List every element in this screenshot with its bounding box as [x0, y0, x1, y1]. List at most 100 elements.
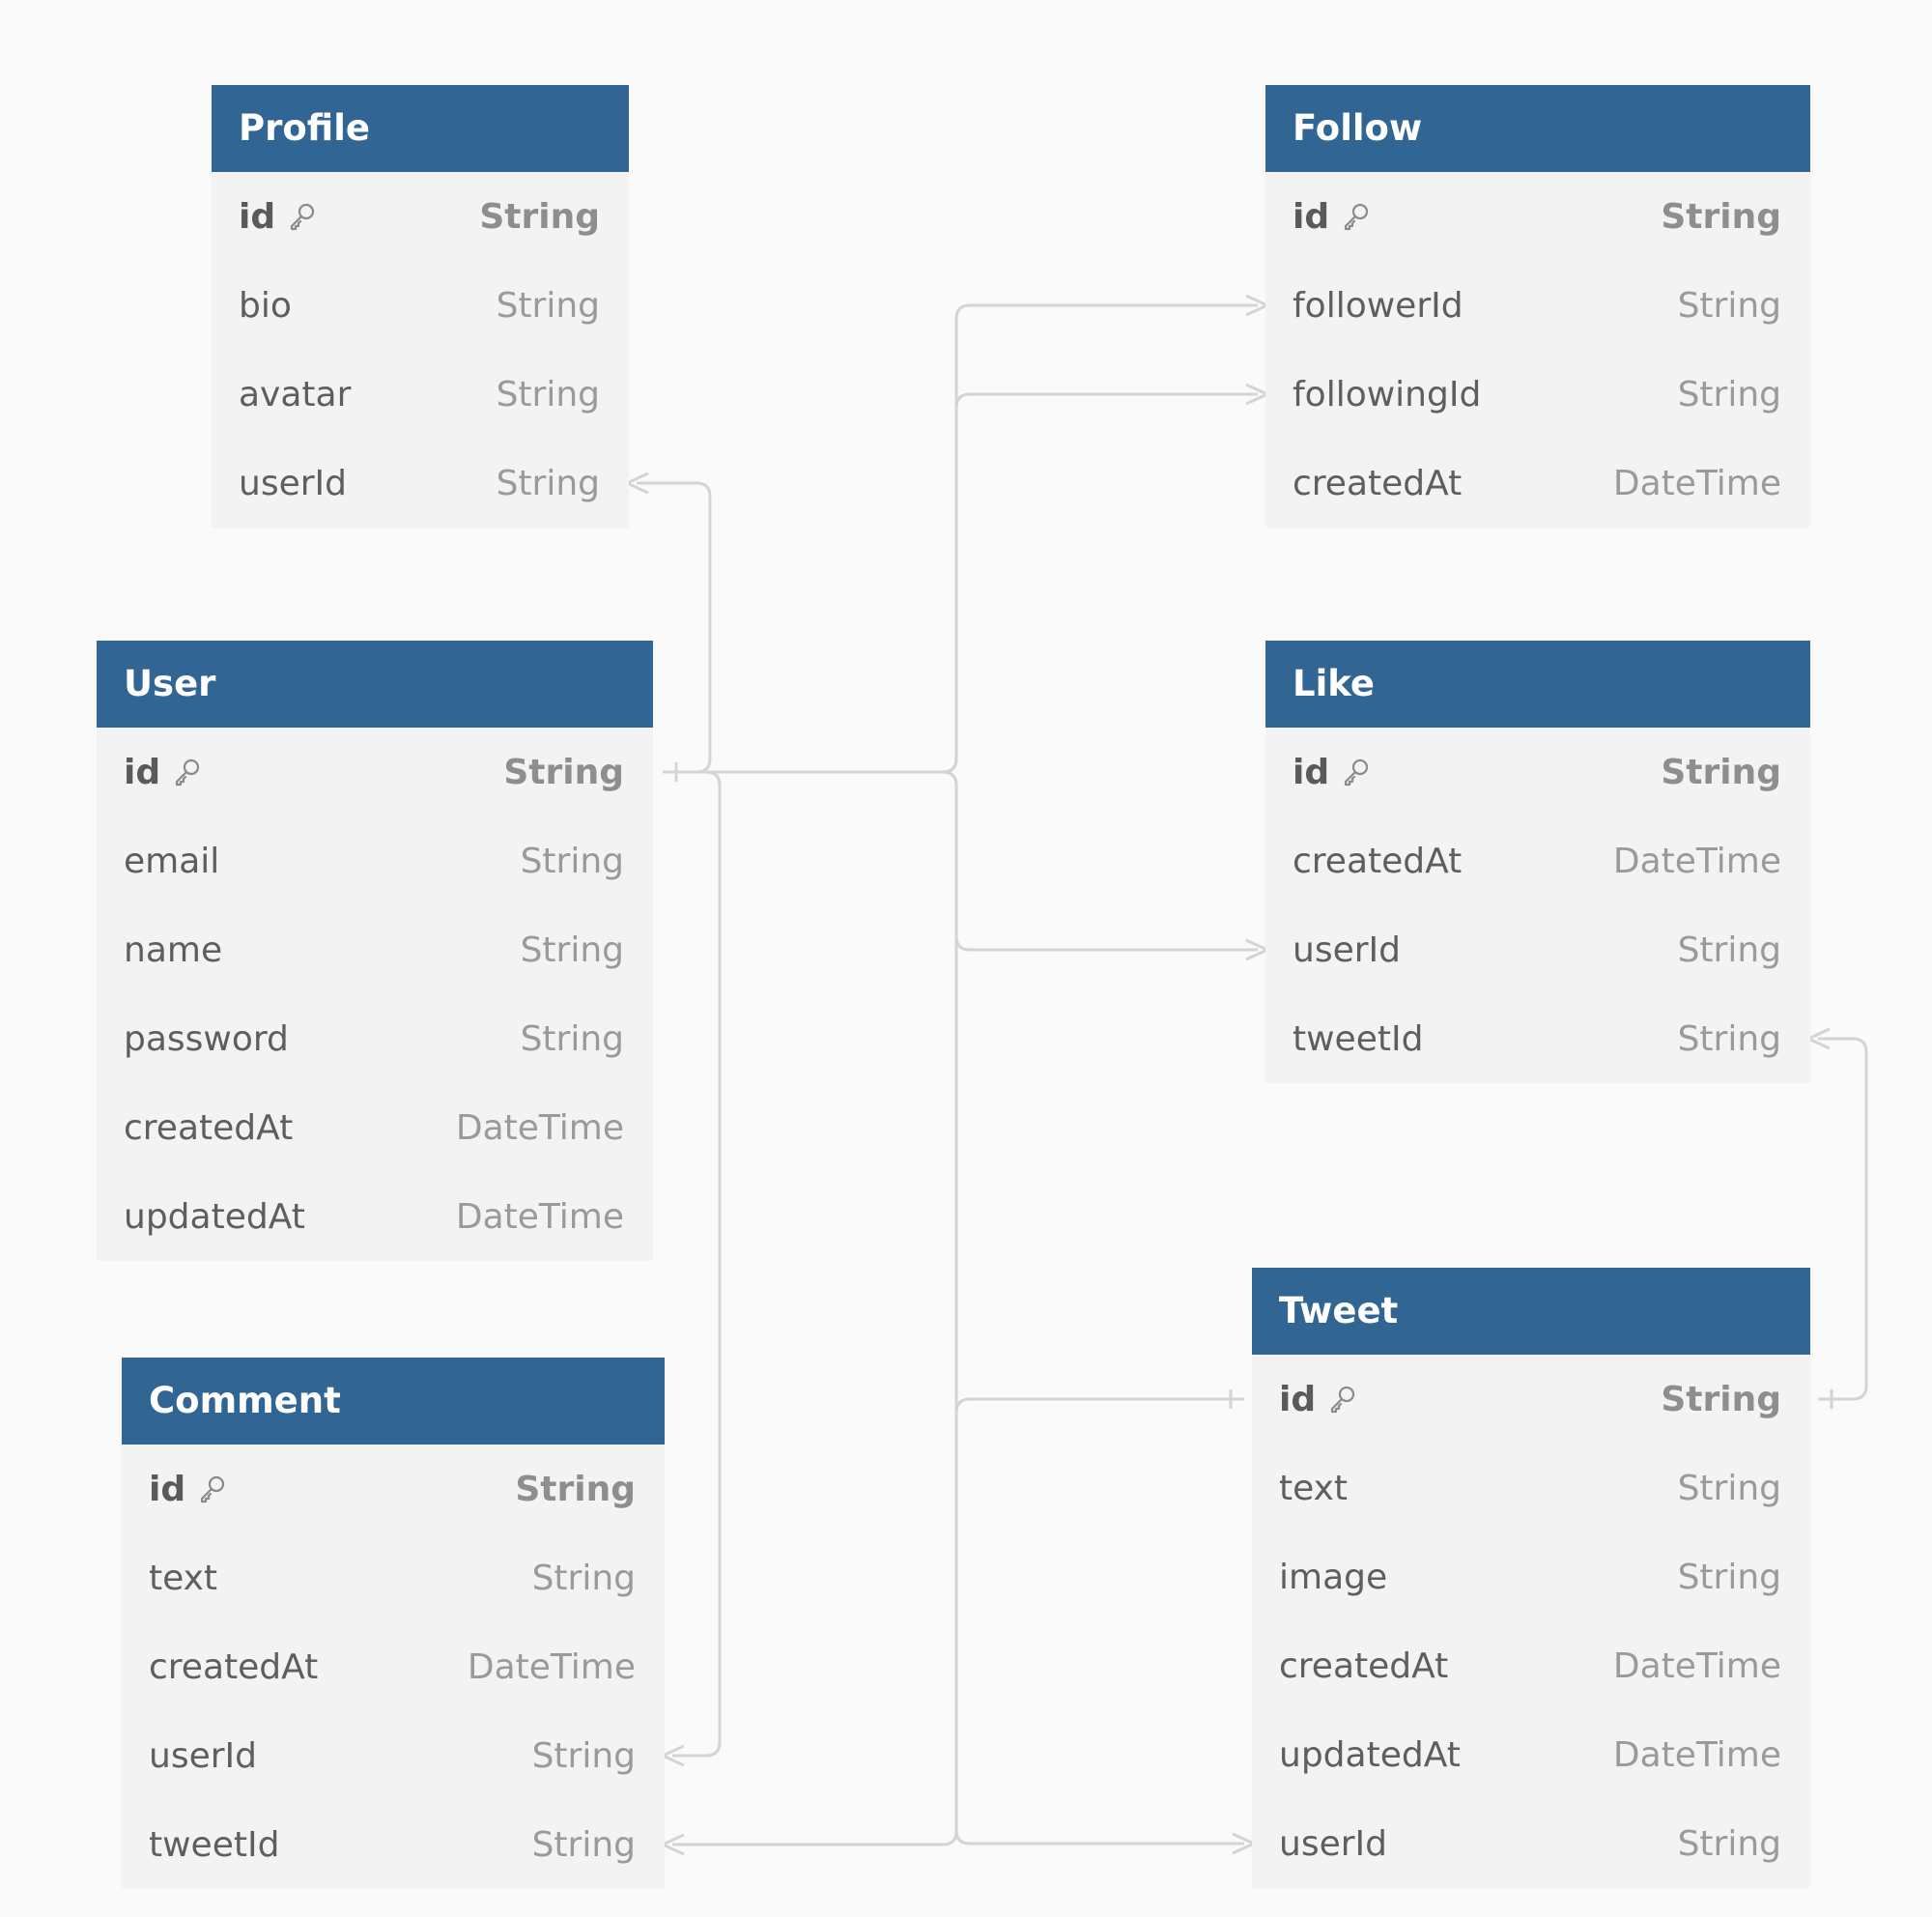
field-row-user-createdAt[interactable]: createdAt DateTime	[97, 1083, 653, 1172]
field-name-wrap: createdAt	[1293, 842, 1462, 881]
field-name: avatar	[239, 374, 352, 415]
field-name: tweetId	[149, 1824, 280, 1865]
field-name: followerId	[1293, 285, 1463, 326]
field-row-follow-followingId[interactable]: followingId String	[1265, 350, 1810, 439]
field-row-user-email[interactable]: email String	[97, 816, 653, 905]
table-header-follow[interactable]: Follow	[1265, 85, 1810, 172]
field-type: DateTime	[467, 1646, 636, 1687]
field-name-wrap: tweetId	[149, 1825, 279, 1865]
relation-comment-user	[663, 770, 722, 1758]
field-row-tweet-updatedAt[interactable]: updatedAt DateTime	[1252, 1710, 1810, 1799]
field-row-comment-userId[interactable]: userId String	[122, 1711, 665, 1800]
field-name: id	[124, 752, 161, 792]
field-name-wrap: text	[1279, 1469, 1348, 1508]
field-row-comment-createdAt[interactable]: createdAt DateTime	[122, 1622, 665, 1711]
relation-tweet-user	[663, 770, 1244, 1845]
field-name: email	[124, 841, 220, 881]
table-profile[interactable]: Profile id String bio String avatar String user…	[212, 85, 629, 528]
field-name-wrap: updatedAt	[124, 1197, 305, 1237]
field-name-wrap: avatar	[239, 375, 351, 415]
field-name: createdAt	[149, 1646, 319, 1687]
relation-follow-follower-user	[663, 303, 1258, 774]
field-row-tweet-createdAt[interactable]: createdAt DateTime	[1252, 1621, 1810, 1710]
primary-key-icon	[1327, 1384, 1358, 1415]
field-name-wrap: userId	[1279, 1824, 1387, 1864]
field-row-profile-userId[interactable]: userId String	[212, 439, 629, 528]
field-row-like-id[interactable]: id String	[1265, 728, 1810, 816]
field-row-like-tweetId[interactable]: tweetId String	[1265, 994, 1810, 1083]
field-row-follow-id[interactable]: id String	[1265, 172, 1810, 261]
primary-key-icon	[287, 201, 318, 232]
table-follow[interactable]: Follow id String followerId String followingI…	[1265, 85, 1810, 528]
field-row-follow-followerId[interactable]: followerId String	[1265, 261, 1810, 350]
table-header-user[interactable]: User	[97, 641, 653, 728]
field-name-wrap: id	[124, 753, 203, 792]
field-type: String	[1677, 1557, 1781, 1597]
primary-key-icon	[197, 1474, 228, 1504]
field-type: String	[503, 752, 624, 792]
field-row-tweet-text[interactable]: text String	[1252, 1444, 1810, 1532]
field-type: String	[1677, 374, 1781, 415]
field-type: String	[1677, 930, 1781, 970]
field-name-wrap: userId	[1293, 930, 1401, 970]
primary-key-icon	[172, 757, 203, 787]
field-name-wrap: tweetId	[1293, 1019, 1423, 1059]
field-type: DateTime	[1612, 463, 1781, 503]
field-name: userId	[1279, 1823, 1387, 1864]
field-name: tweetId	[1293, 1018, 1424, 1059]
field-row-user-password[interactable]: password String	[97, 994, 653, 1083]
field-type: String	[531, 1735, 636, 1776]
field-row-user-name[interactable]: name String	[97, 905, 653, 994]
field-row-comment-text[interactable]: text String	[122, 1533, 665, 1622]
table-user[interactable]: User id String email String name String passwor…	[97, 641, 653, 1261]
field-type: String	[520, 841, 624, 881]
field-name-wrap: followingId	[1293, 375, 1481, 415]
field-row-user-updatedAt[interactable]: updatedAt DateTime	[97, 1172, 653, 1261]
field-name: password	[124, 1018, 289, 1059]
field-name: id	[1279, 1379, 1317, 1419]
field-name: userId	[239, 463, 347, 503]
table-header-profile[interactable]: Profile	[212, 85, 629, 172]
field-row-tweet-image[interactable]: image String	[1252, 1532, 1810, 1621]
field-type: DateTime	[455, 1107, 624, 1148]
field-name-wrap: createdAt	[124, 1108, 293, 1148]
field-row-like-createdAt[interactable]: createdAt DateTime	[1265, 816, 1810, 905]
field-type: String	[515, 1469, 636, 1509]
field-row-profile-id[interactable]: id String	[212, 172, 629, 261]
table-comment[interactable]: Comment id String text String createdAt DateTi…	[122, 1358, 665, 1889]
field-type: String	[496, 463, 600, 503]
field-name-wrap: followerId	[1293, 286, 1463, 326]
field-name: createdAt	[1293, 841, 1463, 881]
field-type: DateTime	[455, 1196, 624, 1237]
field-name-wrap: bio	[239, 286, 292, 326]
field-name-wrap: createdAt	[149, 1647, 318, 1687]
field-row-profile-bio[interactable]: bio String	[212, 261, 629, 350]
field-row-tweet-id[interactable]: id String	[1252, 1355, 1810, 1444]
field-name-wrap: id	[1279, 1380, 1358, 1419]
field-row-user-id[interactable]: id String	[97, 728, 653, 816]
field-name: image	[1279, 1557, 1388, 1597]
field-type: DateTime	[1612, 1645, 1781, 1686]
field-name: id	[1293, 196, 1330, 237]
field-name: createdAt	[124, 1107, 294, 1148]
field-name: userId	[1293, 930, 1401, 970]
field-name: updatedAt	[124, 1196, 305, 1237]
field-name-wrap: id	[239, 197, 318, 237]
table-tweet[interactable]: Tweet id String text String image String create…	[1252, 1268, 1810, 1888]
field-row-like-userId[interactable]: userId String	[1265, 905, 1810, 994]
field-name-wrap: name	[124, 930, 222, 970]
table-header-like[interactable]: Like	[1265, 641, 1810, 728]
field-row-tweet-userId[interactable]: userId String	[1252, 1799, 1810, 1888]
field-name-wrap: userId	[149, 1736, 257, 1776]
table-header-comment[interactable]: Comment	[122, 1358, 665, 1445]
table-like[interactable]: Like id String createdAt DateTime userId Strin…	[1265, 641, 1810, 1083]
field-name-wrap: createdAt	[1279, 1646, 1448, 1686]
field-type: String	[1677, 1018, 1781, 1059]
field-row-comment-id[interactable]: id String	[122, 1445, 665, 1533]
field-row-comment-tweetId[interactable]: tweetId String	[122, 1800, 665, 1889]
field-name-wrap: id	[1293, 753, 1372, 792]
field-row-profile-avatar[interactable]: avatar String	[212, 350, 629, 439]
field-row-follow-createdAt[interactable]: createdAt DateTime	[1265, 439, 1810, 528]
table-header-tweet[interactable]: Tweet	[1252, 1268, 1810, 1355]
field-type: String	[1677, 1468, 1781, 1508]
